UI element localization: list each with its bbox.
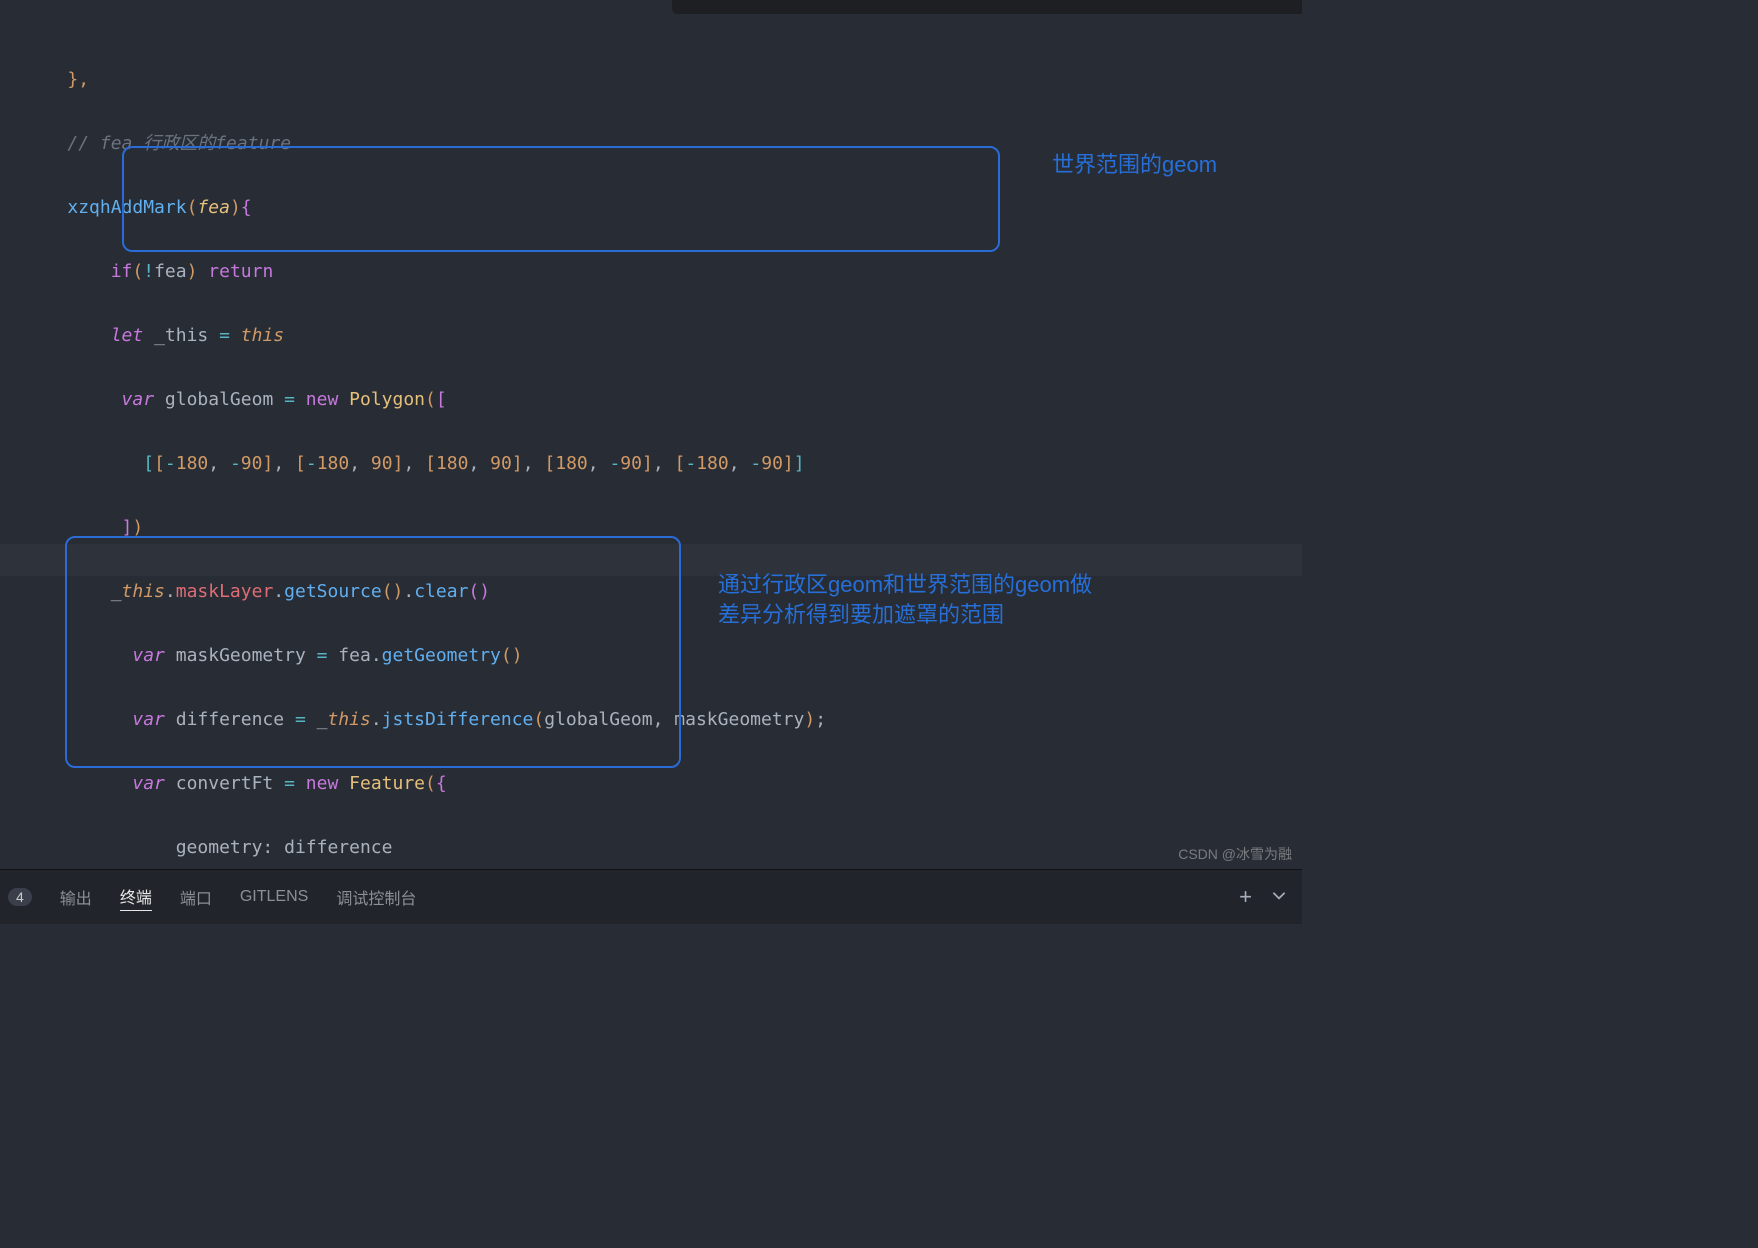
annotation-text-2: 通过行政区geom和世界范围的geom做 差异分析得到要加遮罩的范围 — [718, 570, 1278, 630]
code-editor[interactable]: }, // fea 行政区的feature xzqhAddMark(fea){ … — [0, 0, 1302, 869]
chevron-down-icon[interactable] — [1270, 886, 1288, 909]
add-terminal-icon[interactable]: + — [1239, 884, 1252, 910]
code-text: }, — [67, 69, 89, 90]
watermark: CSDN @冰雪为融 — [1178, 844, 1292, 864]
problems-badge[interactable]: 4 — [8, 888, 32, 906]
tab-ports[interactable]: 端口 — [180, 885, 212, 909]
method-name: xzqhAddMark — [67, 197, 186, 218]
tab-terminal[interactable]: 终端 — [120, 884, 152, 911]
tab-debug-console[interactable]: 调试控制台 — [336, 885, 416, 909]
annotation-text-1: 世界范围的geom — [1052, 150, 1217, 180]
bottom-panel: 4 输出 终端 端口 GITLENS 调试控制台 + — [0, 869, 1302, 924]
tab-gitlens[interactable]: GITLENS — [240, 888, 308, 906]
tab-output[interactable]: 输出 — [60, 885, 92, 909]
comment: // fea 行政区的feature — [67, 133, 291, 154]
